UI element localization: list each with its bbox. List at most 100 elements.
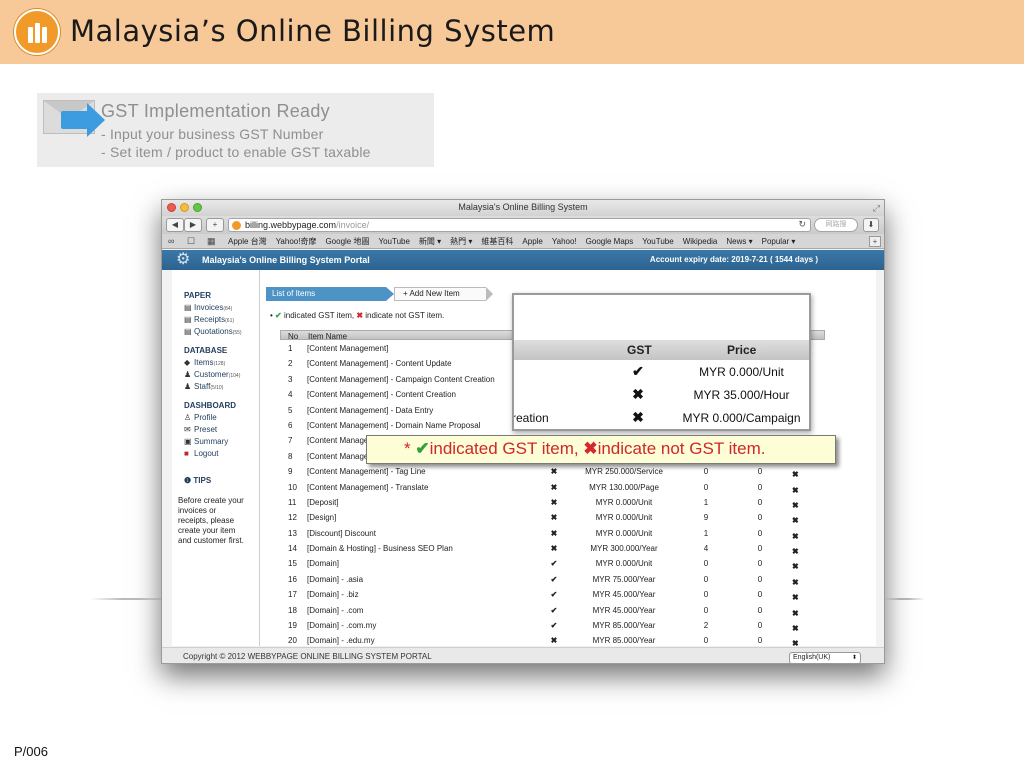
cross-icon: ✖	[632, 386, 644, 402]
cross-icon: ✖	[550, 497, 558, 507]
bookmark-item[interactable]: Yahoo!	[552, 237, 577, 246]
item-count: 2	[703, 621, 709, 631]
users-icon: ♟	[184, 382, 192, 391]
bookmark-item[interactable]: YouTube	[378, 237, 409, 246]
reload-icon[interactable]: ↻	[798, 219, 806, 230]
check-icon: ✔	[550, 590, 558, 600]
delete-icon[interactable]: ✖	[792, 547, 799, 556]
delete-icon[interactable]: ✖	[792, 470, 799, 479]
table-row[interactable]: 19 [Domain] - .com.my ✔ MYR 85.000/Year 2 0 ✎ …	[280, 618, 825, 633]
delete-icon[interactable]: ✖	[792, 593, 799, 602]
bookmark-item[interactable]: Popular ▾	[762, 237, 796, 246]
fullscreen-icon[interactable]: ⤢	[873, 203, 880, 214]
delete-icon[interactable]: ✖	[792, 624, 799, 633]
zoom-table-header: GST Price	[514, 340, 809, 360]
row-number: 14	[288, 544, 297, 554]
add-tab-button[interactable]: +	[869, 236, 881, 247]
table-row[interactable]: 13 [Discount] Discount ✖ MYR 0.000/Unit 1 0 ✎ …	[280, 526, 825, 541]
sidebar-item-preset[interactable]: ✉ Preset	[184, 425, 217, 434]
cross-icon: ✖	[550, 482, 558, 492]
bookmark-item[interactable]: News ▾	[726, 237, 752, 246]
sidebar-item-receipts[interactable]: ▤ Receipts(61)	[184, 315, 234, 324]
document-icon: ▤	[184, 327, 192, 336]
bookmarks-icon[interactable]: ☐	[187, 236, 195, 247]
download-icon[interactable]: ⬇	[863, 218, 879, 232]
item-name: reation	[512, 411, 549, 425]
mail-icon: ✉	[184, 425, 191, 434]
delete-icon[interactable]: ✖	[792, 609, 799, 618]
bookmark-item[interactable]: Apple 台灣	[228, 237, 267, 246]
search-input[interactable]: 网路搜	[814, 218, 858, 232]
delete-icon[interactable]: ✖	[792, 562, 799, 571]
item-name: [Domain] - .edu.my	[307, 636, 375, 646]
item-name: [Domain] - .biz	[307, 590, 359, 600]
item-count: 0	[757, 590, 763, 600]
row-number: 17	[288, 590, 297, 600]
users-icon: ♟	[184, 370, 192, 379]
sidebar-item-items[interactable]: ◆ Items(128)	[184, 358, 225, 367]
bookmark-item[interactable]: 熱門 ▾	[450, 237, 472, 246]
sidebar-item-quotations[interactable]: ▤ Quotations(55)	[184, 327, 242, 336]
table-row[interactable]: 10 [Content Management] - Translate ✖ MYR 1…	[280, 480, 825, 495]
top-sites-icon[interactable]: ▦	[207, 236, 216, 247]
portal-header: ⚙ Malaysia's Online Billing System Porta…	[162, 250, 884, 270]
item-name: [Content Management] - Translate	[307, 482, 429, 492]
sidebar-item-invoices[interactable]: ▤ Invoices(84)	[184, 303, 232, 312]
add-new-item-button[interactable]: + Add New Item	[394, 287, 493, 301]
reading-list-icon[interactable]: ∞	[168, 236, 174, 246]
check-icon: ✔	[550, 559, 558, 569]
back-button[interactable]: ◀	[166, 218, 184, 232]
forward-button[interactable]: ▶	[184, 218, 202, 232]
table-row[interactable]: 14 [Domain & Hosting] - Business SEO Plan…	[280, 541, 825, 556]
item-count: 0	[757, 497, 763, 507]
item-name: [Content Management] - Campaign Content …	[307, 374, 495, 384]
sidebar-item-logout[interactable]: ■ Logout	[184, 449, 218, 458]
bookmark-item[interactable]: Apple	[522, 237, 542, 246]
table-row[interactable]: 12 [Design] ✖ MYR 0.000/Unit 9 0 ✎ ✖	[280, 510, 825, 525]
bookmark-item[interactable]: 新聞 ▾	[419, 237, 441, 246]
sidebar-item-customer[interactable]: ♟ Customer(104)	[184, 370, 240, 379]
tab-list-of-items[interactable]: List of Items	[266, 287, 394, 301]
table-row[interactable]: 11 [Deposit] ✖ MYR 0.000/Unit 1 0 ✎ ✖	[280, 495, 825, 510]
row-number: 3	[288, 374, 293, 384]
sidebar-item-profile[interactable]: ♙ Profile	[184, 413, 217, 422]
row-number: 6	[288, 420, 293, 430]
item-price: MYR 250.000/Service	[585, 467, 663, 477]
sidebar-section-dashboard: DASHBOARD	[184, 401, 236, 410]
info-icon: ❶	[184, 476, 192, 485]
address-bar[interactable]: billing.webbypage.com/invoice/ ↻	[228, 218, 811, 232]
delete-icon[interactable]: ✖	[792, 532, 799, 541]
item-name: [Content Management] - Content Update	[307, 359, 452, 369]
item-name: [Content Management]	[307, 344, 389, 353]
bookmark-item[interactable]: Google 地圖	[325, 237, 369, 246]
item-price: MYR 35.000/Hour	[693, 388, 790, 402]
sidebar-item-summary[interactable]: ▣ Summary	[184, 437, 228, 446]
table-row[interactable]: 15 [Domain] ✔ MYR 0.000/Unit 0 0 ✎ ✖	[280, 556, 825, 571]
cross-icon: ✖	[550, 513, 558, 523]
item-price: MYR 0.000/Unit	[595, 513, 653, 523]
language-select[interactable]: English(UK) ⬍	[789, 652, 861, 663]
table-row[interactable]: 9 [Content Management] - Tag Line ✖ MYR 250…	[280, 464, 825, 479]
item-count: 0	[757, 605, 763, 615]
item-name: [Content Managem	[307, 436, 376, 446]
table-row[interactable]: 17 [Domain] - .biz ✔ MYR 45.000/Year 0 0 ✎ ✖	[280, 587, 825, 602]
table-row[interactable]: 18 [Domain] - .com ✔ MYR 45.000/Year 0 0 ✎ ✖	[280, 603, 825, 618]
divider	[90, 598, 170, 600]
portal-title: Malaysia's Online Billing System Portal	[202, 255, 370, 265]
delete-icon[interactable]: ✖	[792, 501, 799, 510]
add-bookmark-button[interactable]: +	[206, 218, 224, 232]
check-icon: ✔	[275, 311, 282, 320]
table-row[interactable]: 16 [Domain] - .asia ✔ MYR 75.000/Year 0 0 ✎ ✖	[280, 572, 825, 587]
delete-icon[interactable]: ✖	[792, 516, 799, 525]
bookmark-item[interactable]: 維基百科	[481, 237, 513, 246]
bookmark-item[interactable]: Google Maps	[586, 237, 634, 246]
user-icon: ♙	[184, 413, 192, 422]
delete-icon[interactable]: ✖	[792, 486, 799, 495]
bookmark-item[interactable]: Wikipedia	[683, 237, 718, 246]
lock-icon: ■	[184, 449, 189, 458]
sidebar-item-staff[interactable]: ♟ Staff(5/10)	[184, 382, 223, 391]
bookmark-item[interactable]: YouTube	[642, 237, 673, 246]
delete-icon[interactable]: ✖	[792, 578, 799, 587]
gear-icon[interactable]: ⚙	[176, 252, 190, 268]
bookmark-item[interactable]: Yahoo!奇摩	[276, 237, 317, 246]
